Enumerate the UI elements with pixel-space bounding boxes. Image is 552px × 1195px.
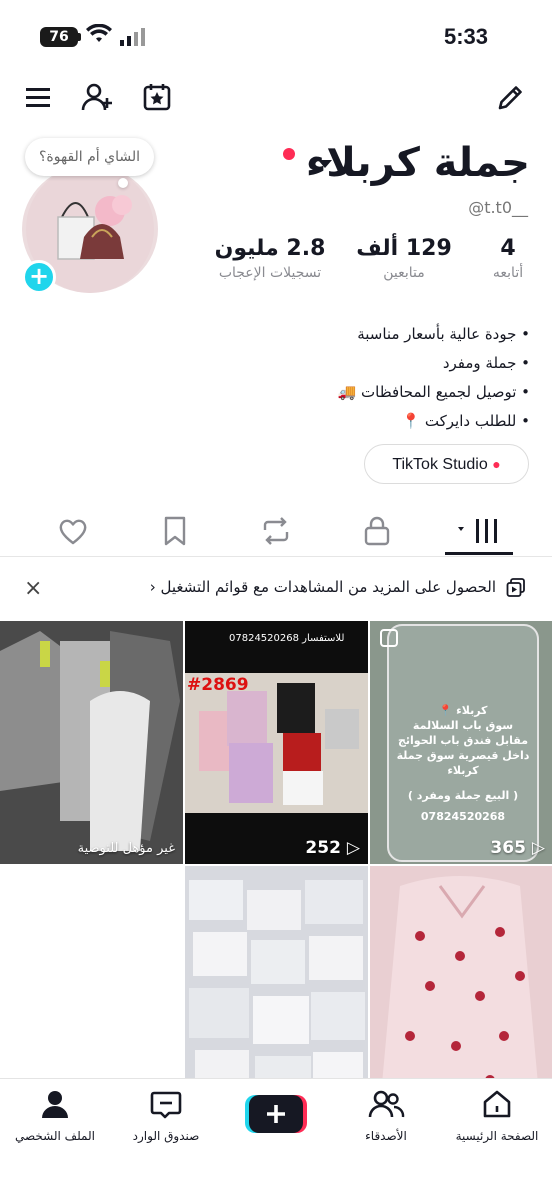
empty-grid-slot (0, 866, 183, 1109)
status-time: 5:33 (443, 24, 488, 49)
thumbnail-image (185, 621, 368, 864)
bio-line: • جملة ومفرد (442, 354, 530, 372)
profile-name[interactable]: جملة كربلاء (306, 140, 530, 186)
bio-line: • جودة عالية بأسعار مناسبة (357, 325, 530, 343)
create-button[interactable] (245, 1095, 307, 1133)
multi-photo-icon (380, 629, 398, 647)
studio-people-icon: ● (492, 456, 501, 472)
stat-likes-label: تسجيلات الإعجاب (218, 265, 322, 281)
plus-icon (245, 1095, 307, 1133)
playlist-promo-banner[interactable]: الحصول على المزيد من المشاهدات مع قوائم … (0, 566, 552, 612)
signal-icon (120, 28, 145, 46)
nav-friends[interactable]: الأصدقاء (326, 1087, 446, 1143)
close-icon[interactable]: × (24, 576, 42, 601)
thumbnail-image (0, 621, 183, 864)
video-thumbnail[interactable]: غير مؤهل للتوصية (0, 621, 183, 864)
calendar-star-icon[interactable] (140, 80, 174, 114)
nav-inbox[interactable]: صندوق الوارد (106, 1087, 226, 1143)
active-tab-indicator (445, 552, 513, 555)
address-line: كربلاء 📍 (438, 704, 488, 717)
nav-home-label: الصفحة الرئيسية (455, 1129, 539, 1143)
nav-profile-label: الملف الشخصي (15, 1129, 95, 1143)
battery-tip (78, 33, 81, 41)
address-line: 07824520268 (420, 810, 506, 823)
video-thumbnail[interactable]: 07824520268 للاستفسار #2869 252 ▷ (185, 621, 368, 864)
stat-following-count: 4 (500, 236, 516, 261)
home-icon (483, 1090, 511, 1118)
nav-friends-label: الأصدقاء (365, 1129, 407, 1143)
stat-followers-label: متابعين (383, 265, 425, 281)
stat-likes-count: 2.8 مليون (214, 236, 326, 261)
thumbnail-image (370, 866, 552, 1109)
bio-line: • للطلب دايركت 📍 (401, 412, 530, 430)
reposts-tab-repost-icon[interactable] (258, 513, 294, 549)
address-line: مقابل فندق باب الحوائج (397, 734, 529, 747)
profile-bio: • جودة عالية بأسعار مناسبة • جملة ومفرد … (130, 320, 530, 436)
nav-home[interactable]: الصفحة الرئيسية (437, 1087, 552, 1143)
inbox-icon (150, 1091, 182, 1119)
view-count: 365 ▷ (490, 838, 545, 858)
thumbnail-image (185, 866, 368, 1109)
add-story-button[interactable]: + (22, 260, 56, 294)
bio-line: • توصيل لجميع المحافظات 🚚 (337, 383, 530, 401)
content-tabs (0, 505, 552, 557)
playlist-icon (506, 578, 525, 597)
stat-followers-count: 129 ألف (356, 236, 452, 261)
not-eligible-label: غير مؤهل للتوصية (77, 841, 175, 856)
nav-inbox-label: صندوق الوارد (132, 1129, 200, 1143)
add-friend-icon[interactable] (80, 80, 114, 114)
stat-following-label: أتابعه (492, 265, 524, 281)
address-line: سوق باب السلالمة (412, 719, 514, 732)
address-line: داخل قيصرية سوق جملة (396, 749, 530, 762)
studio-button-label: TikTok Studio (392, 456, 488, 473)
private-tab-lock-icon[interactable] (359, 513, 395, 549)
view-count-value: 365 (490, 838, 526, 858)
tiktok-studio-button[interactable]: TikTok Studio ● (364, 444, 529, 484)
edit-pencil-icon[interactable] (494, 80, 528, 114)
address-line: كربلاء (447, 764, 479, 777)
video-thumbnail[interactable]: كربلاء 📍 سوق باب السلالمة مقابل فندق باب… (370, 621, 552, 864)
battery-indicator: 76 (40, 27, 78, 47)
profile-icon (42, 1091, 68, 1118)
videos-tab-grid-icon[interactable] (456, 513, 502, 549)
video-thumbnail[interactable] (185, 866, 368, 1109)
status-bar: 76 5:33 (0, 0, 552, 72)
thumbnail-code-text: #2869 (187, 675, 249, 695)
stat-followers[interactable]: 129 ألف متابعين (356, 236, 452, 281)
address-line: ( البيع جملة ومفرد ) (407, 789, 519, 802)
favorites-tab-bookmark-icon[interactable] (157, 513, 193, 549)
view-count-value: 252 (305, 838, 341, 858)
video-thumbnail[interactable] (370, 866, 552, 1109)
profile-handle: @t.t0__ (468, 198, 528, 217)
view-count: 252 ▷ (305, 838, 360, 858)
liked-tab-heart-icon[interactable] (55, 513, 91, 549)
name-notification-dot (283, 148, 295, 160)
stat-following[interactable]: 4 أتابعه (488, 236, 528, 281)
stat-likes[interactable]: 2.8 مليون تسجيلات الإعجاب (205, 236, 335, 281)
menu-icon[interactable] (22, 80, 56, 114)
wifi-icon (86, 24, 112, 42)
bottom-navigation: الصفحة الرئيسية الأصدقاء صندوق الوارد ال (0, 1078, 552, 1195)
friends-icon (368, 1090, 405, 1118)
thumbnail-contact-text: 07824520268 للاستفسار (229, 633, 345, 644)
thumbnail-address-text: كربلاء 📍 سوق باب السلالمة مقابل فندق باب… (390, 703, 536, 824)
note-bubble[interactable]: الشاي أم القهوة؟ (25, 138, 155, 176)
banner-text: الحصول على المزيد من المشاهدات مع قوائم … (149, 578, 496, 596)
nav-profile[interactable]: الملف الشخصي (0, 1087, 115, 1143)
note-bubble-tail (118, 178, 128, 188)
play-icon: ▷ (346, 838, 360, 858)
play-icon: ▷ (531, 838, 545, 858)
